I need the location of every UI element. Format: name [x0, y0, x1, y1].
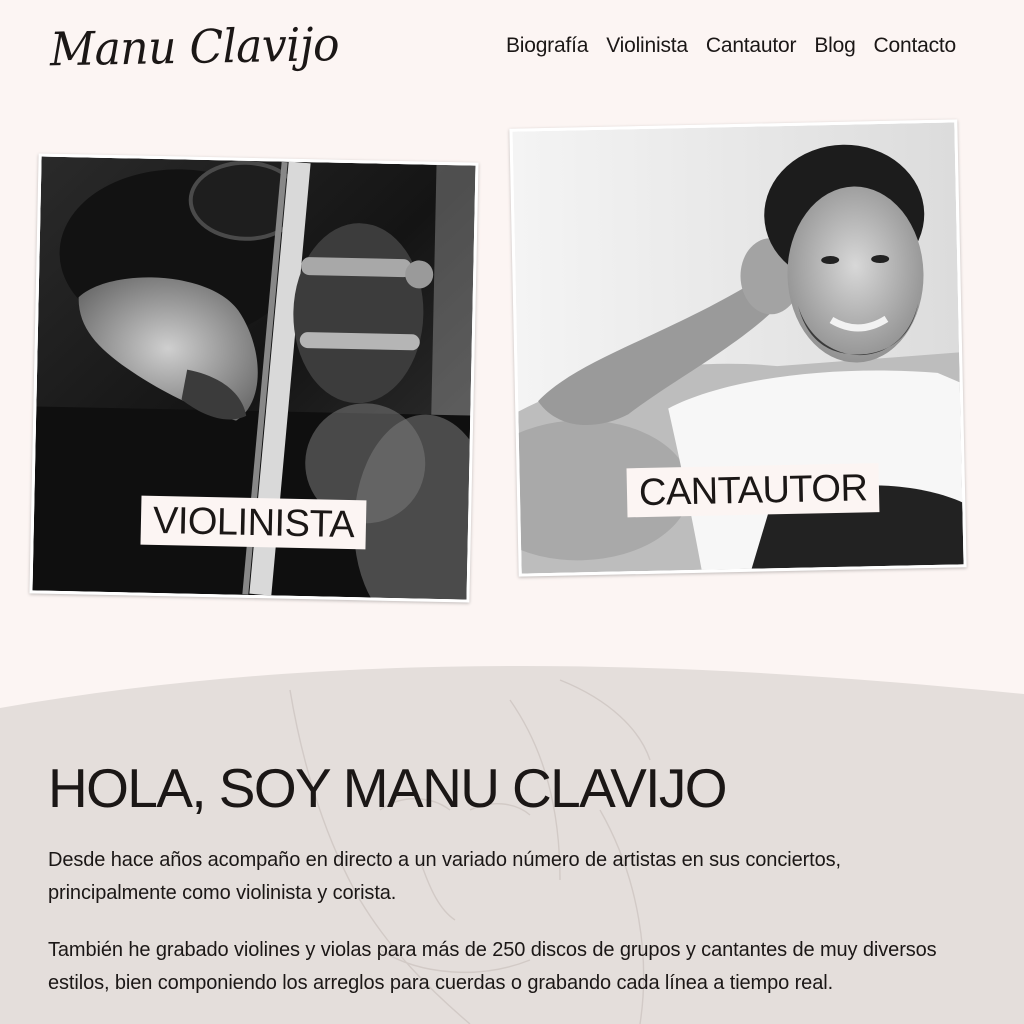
nav-link-cantautor[interactable]: Cantautor	[706, 34, 797, 58]
violinista-card-label[interactable]: VIOLINISTA	[140, 495, 367, 550]
cantautor-card-label[interactable]: CANTAUTOR	[626, 463, 880, 518]
site-logo[interactable]: Manu Clavijo	[50, 18, 340, 77]
cantautor-card[interactable]: CANTAUTOR	[509, 119, 967, 577]
nav-link-blog[interactable]: Blog	[814, 34, 855, 58]
about-section: HOLA, SOY MANU CLAVIJO Desde hace años a…	[0, 660, 1024, 1024]
about-title: HOLA, SOY MANU CLAVIJO	[48, 757, 728, 819]
main-nav: Biografía Violinista Cantautor Blog Cont…	[506, 34, 956, 58]
nav-link-biografia[interactable]: Biografía	[506, 34, 588, 58]
about-paragraph-1: Desde hace años acompaño en directo a un…	[48, 849, 841, 904]
about-paragraph-2: También he grabado violines y violas par…	[48, 939, 937, 994]
violinista-card[interactable]: VIOLINISTA	[29, 153, 479, 603]
nav-link-contacto[interactable]: Contacto	[874, 34, 957, 58]
nav-link-violinista[interactable]: Violinista	[606, 34, 688, 58]
